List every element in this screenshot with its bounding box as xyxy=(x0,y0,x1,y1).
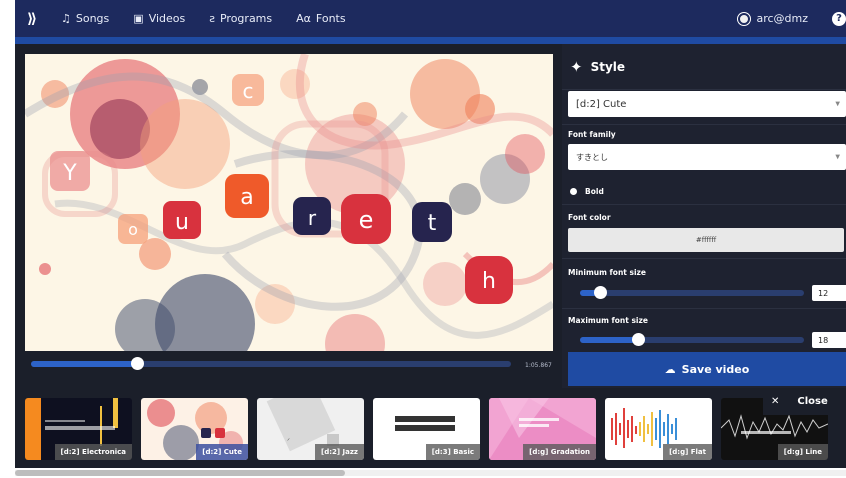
template-card-flat[interactable]: [d:g] Flat xyxy=(605,398,712,460)
program-icon: ƨ xyxy=(209,12,215,25)
font-color-label: Font color xyxy=(568,213,611,222)
style-panel-header: ✦ Style xyxy=(562,44,846,90)
bold-checkbox[interactable] xyxy=(570,188,577,195)
template-tag: [d:g] Line xyxy=(777,444,828,460)
template-tag: [d:g] Flat xyxy=(663,444,712,460)
template-tag: [d:g] Gradation xyxy=(523,444,596,460)
nav-subbar xyxy=(15,37,846,44)
nav-videos[interactable]: ▣ Videos xyxy=(121,0,197,37)
seek-bar-fill xyxy=(31,361,137,367)
style-preset-select[interactable]: [d:2] Cute ▼ xyxy=(568,91,846,117)
top-nav: ⟫ ♫ Songs ▣ Videos ƨ Programs Aα Fonts a… xyxy=(15,0,846,37)
playback-time: 1:05.867 xyxy=(525,362,552,369)
nav-programs-label: Programs xyxy=(219,12,273,25)
min-font-size-slider[interactable] xyxy=(580,286,804,299)
font-family-label: Font family xyxy=(568,130,616,139)
music-note-icon: ♫ xyxy=(61,12,71,25)
font-color-input[interactable]: #ffffff xyxy=(568,228,844,252)
template-tag: [d:2] Jazz xyxy=(315,444,364,460)
max-font-size-slider[interactable] xyxy=(580,333,804,346)
style-panel-title: Style xyxy=(590,59,626,74)
font-family-select[interactable]: すきとし ▼ xyxy=(568,144,846,170)
scrollbar-thumb[interactable] xyxy=(15,470,345,476)
style-panel: ✦ Style [d:2] Cute ▼ Font family すきとし ▼ … xyxy=(562,44,846,388)
save-video-button[interactable]: ☁ Save video xyxy=(568,352,846,386)
magic-wand-icon: ✦ xyxy=(570,57,583,76)
divider xyxy=(562,308,846,309)
letter-y: Y xyxy=(62,161,77,186)
template-card-gradation[interactable]: [d:g] Gradation xyxy=(489,398,596,460)
template-tag: [d:2] Electronica xyxy=(54,444,132,460)
nav-songs-label: Songs xyxy=(75,12,110,25)
nav-programs[interactable]: ƨ Programs xyxy=(197,0,284,37)
svg-text:e: e xyxy=(359,206,374,234)
cloud-upload-icon: ☁ xyxy=(664,362,676,376)
user-menu[interactable]: arc@dmz xyxy=(738,12,832,25)
save-video-label: Save video xyxy=(681,362,750,376)
svg-text:u: u xyxy=(175,210,189,235)
slider-handle[interactable] xyxy=(594,286,608,299)
template-tag: [d:3] Basic xyxy=(425,444,480,460)
help-icon[interactable]: ? xyxy=(832,11,846,26)
seek-bar-handle[interactable] xyxy=(130,357,144,370)
svg-text:c: c xyxy=(243,79,254,103)
slider-fill xyxy=(580,337,639,343)
app-root: ⟫ ♫ Songs ▣ Videos ƨ Programs Aα Fonts a… xyxy=(15,0,846,478)
style-preset-value: [d:2] Cute xyxy=(576,98,627,110)
nav-songs[interactable]: ♫ Songs xyxy=(49,0,121,37)
nav-fonts-label: Fonts xyxy=(315,12,346,25)
min-font-size-input[interactable]: 12 xyxy=(812,285,846,301)
app-logo[interactable]: ⟫ xyxy=(15,0,49,37)
svg-text:r: r xyxy=(308,206,317,230)
template-card-jazz[interactable]: ᐟ [d:2] Jazz xyxy=(257,398,364,460)
bold-toggle[interactable]: Bold xyxy=(570,187,604,196)
slider-handle[interactable] xyxy=(632,333,646,346)
font-icon: Aα xyxy=(296,12,311,25)
nav-videos-label: Videos xyxy=(148,12,186,25)
divider xyxy=(562,258,846,259)
template-strip: [d:2] Electronica [d:2] Cute ᐟ [d:2] Jaz… xyxy=(15,388,846,468)
svg-text:h: h xyxy=(482,269,496,294)
template-card-cute[interactable]: [d:2] Cute xyxy=(141,398,248,460)
template-card-basic[interactable]: [d:3] Basic xyxy=(373,398,480,460)
user-avatar-icon xyxy=(738,12,751,25)
video-icon: ▣ xyxy=(133,12,144,25)
svg-text:o: o xyxy=(128,220,138,239)
lyric-video-canvas[interactable]: Y c u a r e t h o xyxy=(25,54,553,351)
bold-label: Bold xyxy=(585,187,604,196)
template-card-electronica[interactable]: [d:2] Electronica xyxy=(25,398,132,460)
svg-text:ᐟ: ᐟ xyxy=(287,437,290,445)
nav-fonts[interactable]: Aα Fonts xyxy=(284,0,357,37)
chevron-down-icon: ▼ xyxy=(835,100,840,108)
min-font-size-label: Minimum font size xyxy=(568,268,646,277)
close-button[interactable]: ✕ Close xyxy=(763,388,846,415)
max-font-size-input[interactable]: 18 xyxy=(812,332,846,348)
canvas-art: Y c u a r e t h o xyxy=(25,54,553,351)
template-scrollbar[interactable] xyxy=(15,470,846,476)
close-icon: ✕ xyxy=(771,396,780,407)
close-label: Close xyxy=(797,396,828,407)
svg-text:t: t xyxy=(428,211,437,236)
max-font-size-label: Maximum font size xyxy=(568,316,648,325)
chevron-down-icon: ▼ xyxy=(835,153,840,161)
video-preview-area: Y c u a r e t h o 1:05.867 xyxy=(15,44,562,388)
divider xyxy=(562,124,846,125)
playback-seek-bar[interactable] xyxy=(31,357,511,370)
svg-text:a: a xyxy=(240,185,253,210)
user-name: arc@dmz xyxy=(756,12,808,25)
divider xyxy=(562,204,846,205)
template-tag: [d:2] Cute xyxy=(196,444,248,460)
font-family-value: すきとし xyxy=(576,152,608,162)
